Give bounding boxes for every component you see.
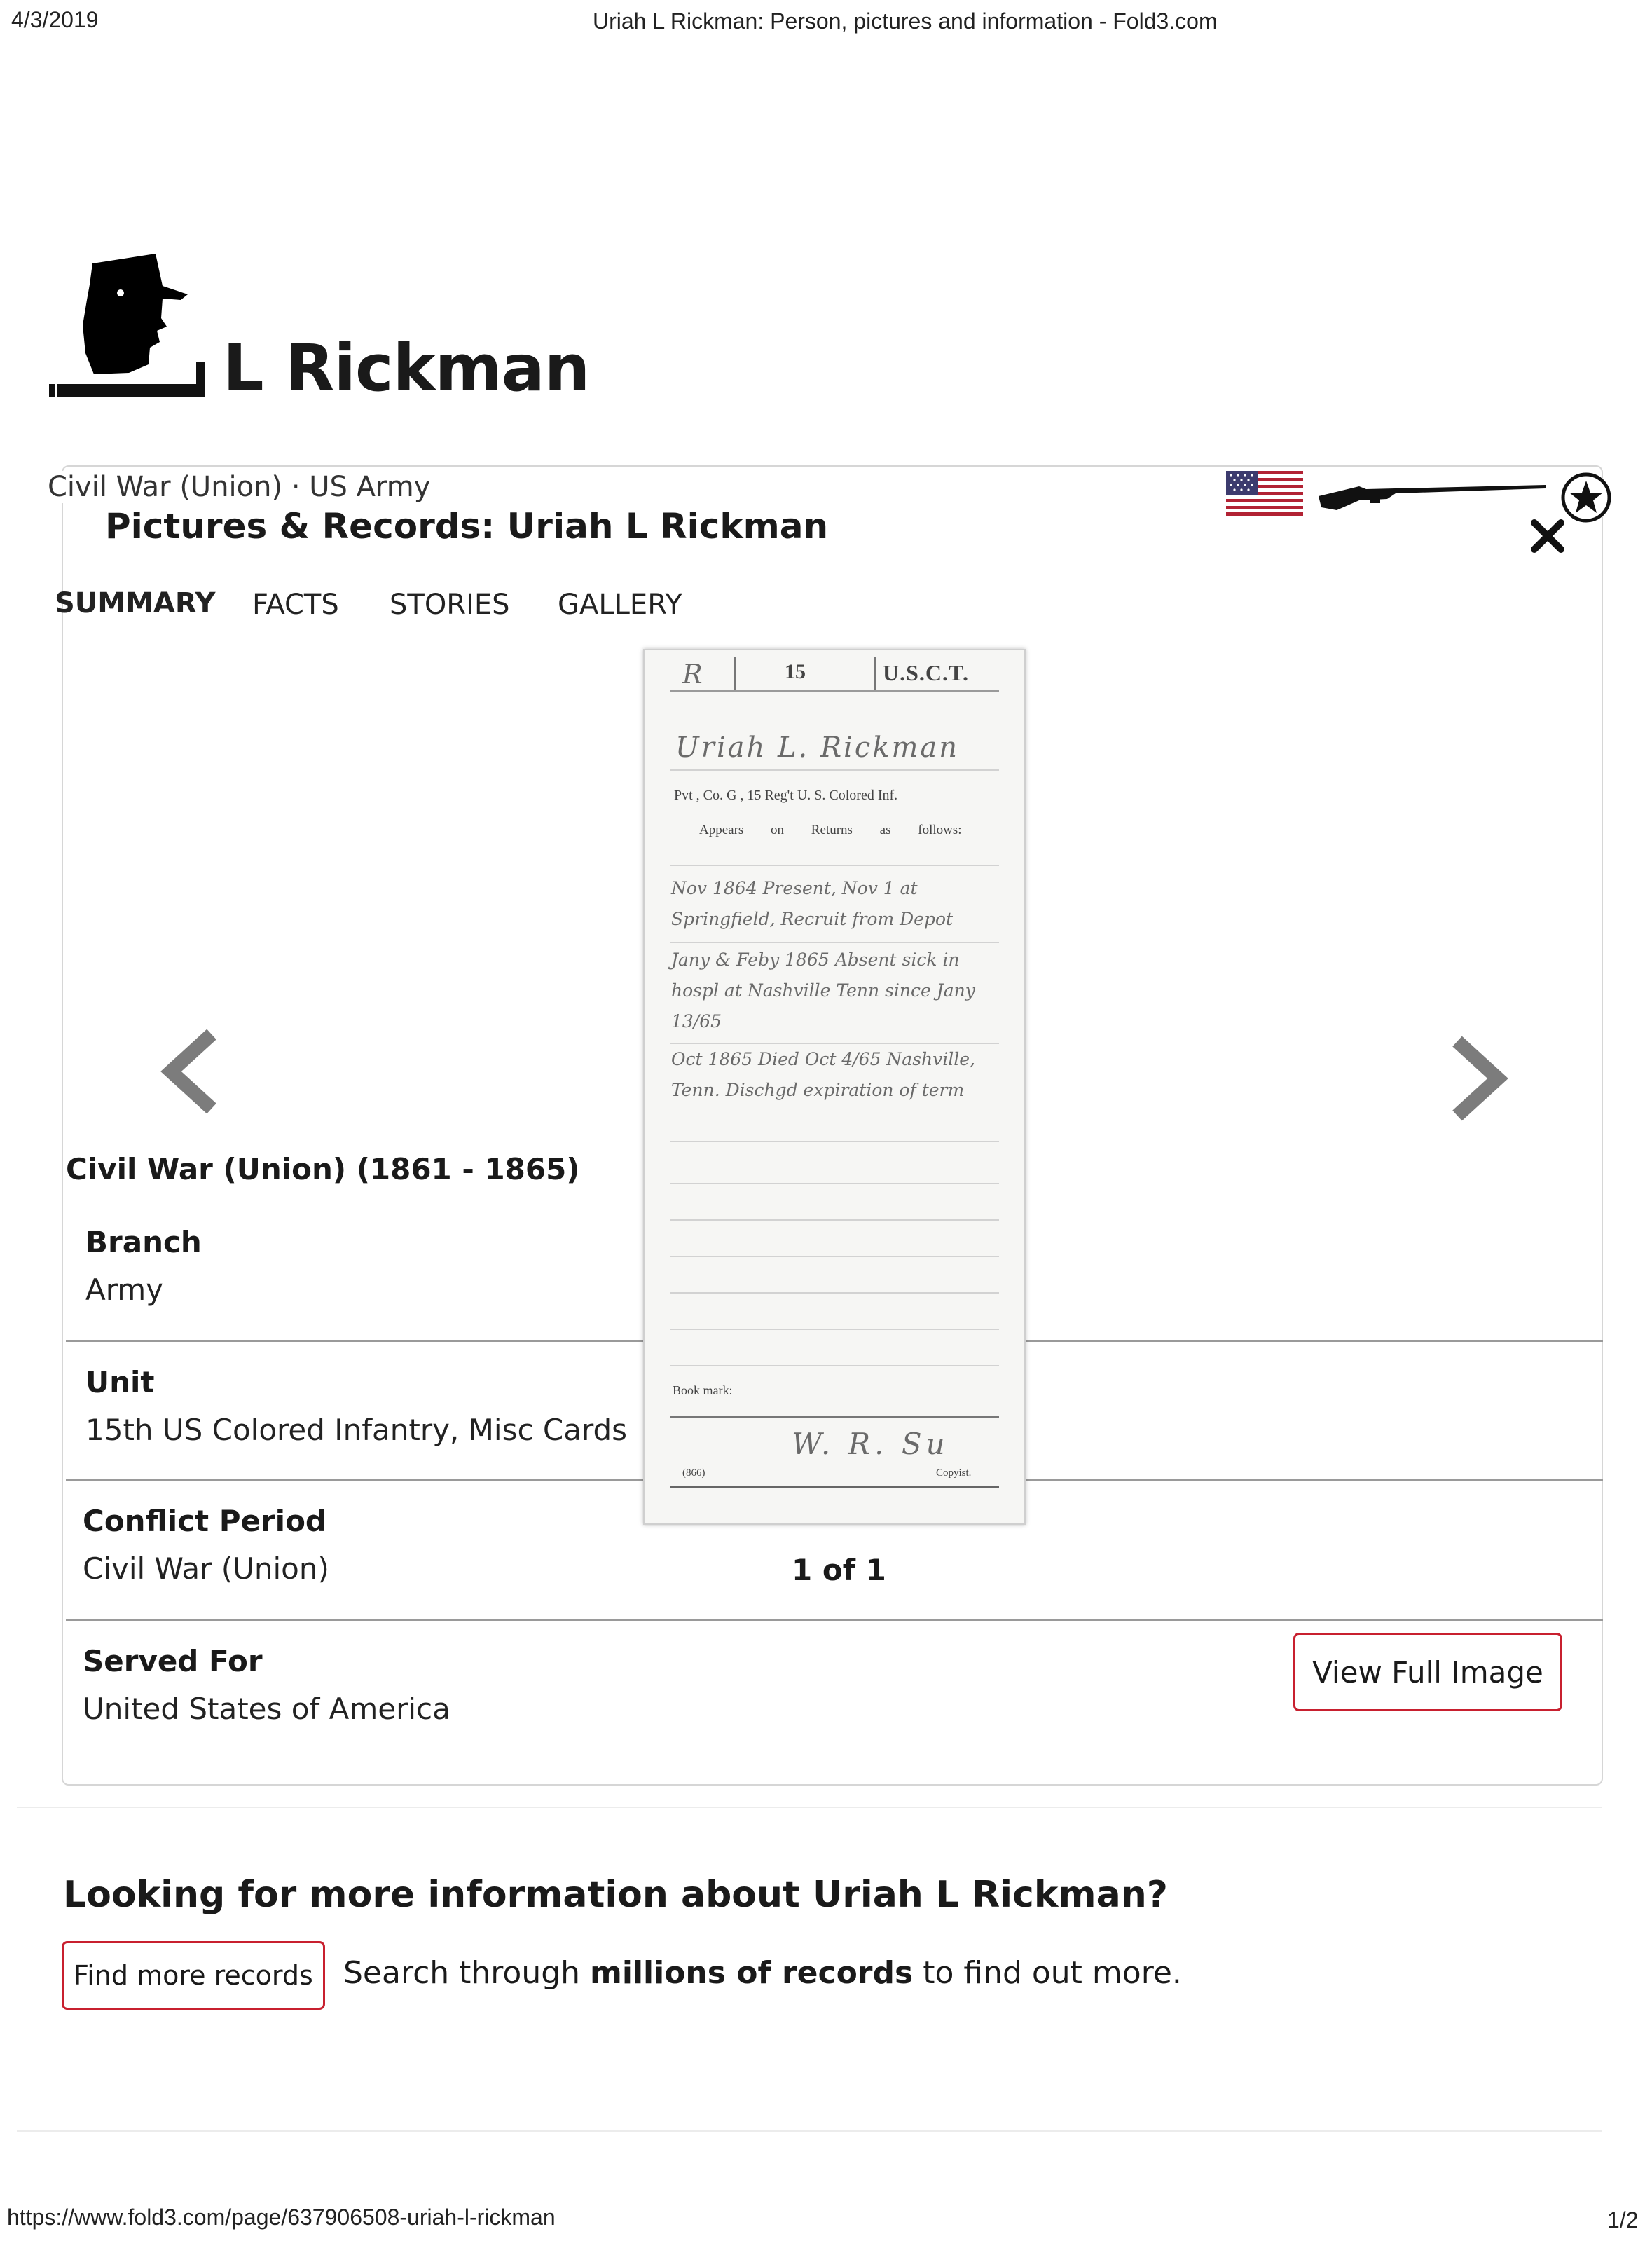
- name-obscured: [49, 335, 210, 397]
- tab-gallery[interactable]: GALLERY: [558, 589, 682, 621]
- card-regiment-abbrev: U.S.C.T.: [883, 660, 969, 685]
- more-info-text-before: Search through: [343, 1955, 591, 1991]
- tab-facts[interactable]: FACTS: [252, 589, 339, 621]
- print-date: 4/3/2019: [11, 7, 99, 32]
- tab-stories[interactable]: STORIES: [390, 589, 510, 621]
- conflict-section-title: Civil War (Union) (1861 - 1865): [66, 1152, 580, 1186]
- card-corner-mark: R: [682, 659, 703, 690]
- profile-name: L Rickman: [223, 331, 590, 406]
- modal-title: Pictures & Records: Uriah L Rickman: [105, 506, 829, 547]
- section-divider: [17, 1807, 1602, 1808]
- more-info-text: Search through millions of records to fi…: [343, 1955, 1182, 1991]
- card-copyist: Copyist.: [936, 1467, 972, 1479]
- fact-label-served-for: Served For: [83, 1644, 263, 1678]
- tab-summary[interactable]: SUMMARY: [55, 587, 215, 619]
- fact-label-unit: Unit: [85, 1365, 155, 1399]
- fact-divider: [66, 1619, 1603, 1621]
- record-card-image[interactable]: R 15 U.S.C.T. Uriah L. Rickman Pvt , Co.…: [643, 649, 1026, 1525]
- find-more-records-button[interactable]: Find more records: [62, 1941, 325, 2010]
- card-entry: Jany & Feby 1865 Absent sick in hospl at…: [671, 950, 975, 1032]
- card-entry: Nov 1864 Present, Nov 1 at Springfield, …: [671, 878, 954, 929]
- card-entry: Oct 1865 Died Oct 4/65 Nashville, Tenn. …: [671, 1049, 975, 1100]
- card-appears-on: Appears on Returns as follows:: [699, 823, 962, 837]
- more-info-text-bold: millions of records: [590, 1955, 914, 1991]
- more-info-text-after: to find out more.: [913, 1955, 1182, 1991]
- chevron-left-icon[interactable]: [157, 1029, 221, 1114]
- print-page-number: 1/2: [1607, 2207, 1639, 2233]
- card-signature: W. R. Su: [792, 1427, 949, 1461]
- footer-divider: [17, 2130, 1602, 2132]
- card-year: (866): [682, 1467, 705, 1479]
- more-info-heading: Looking for more information about Uriah…: [63, 1874, 1168, 1916]
- chevron-right-icon[interactable]: [1447, 1036, 1512, 1121]
- close-icon[interactable]: [1527, 516, 1568, 556]
- card-regiment-number: 15: [785, 660, 806, 683]
- fact-value-served-for: United States of America: [83, 1692, 450, 1726]
- image-counter: 1 of 1: [792, 1553, 886, 1587]
- card-soldier-name: Uriah L. Rickman: [675, 732, 960, 764]
- us-flag-icon: [1226, 471, 1303, 516]
- fact-value-conflict-period: Civil War (Union): [83, 1551, 329, 1586]
- card-rank-line: Pvt , Co. G , 15 Reg't U. S. Colored Inf…: [674, 788, 898, 803]
- profile-subtitle: Civil War (Union) · US Army: [48, 471, 436, 503]
- fact-value-unit: 15th US Colored Infantry, Misc Cards: [85, 1413, 628, 1447]
- view-full-image-button[interactable]: View Full Image: [1293, 1633, 1562, 1711]
- rifle-icon: [1317, 479, 1548, 514]
- fact-label-conflict-period: Conflict Period: [83, 1504, 326, 1538]
- card-book-mark: Book mark:: [673, 1383, 733, 1397]
- print-url: https://www.fold3.com/page/637906508-uri…: [7, 2205, 556, 2230]
- fact-label-branch: Branch: [85, 1225, 202, 1259]
- print-page-title: Uriah L Rickman: Person, pictures and in…: [593, 8, 1218, 34]
- fact-value-branch: Army: [85, 1273, 164, 1307]
